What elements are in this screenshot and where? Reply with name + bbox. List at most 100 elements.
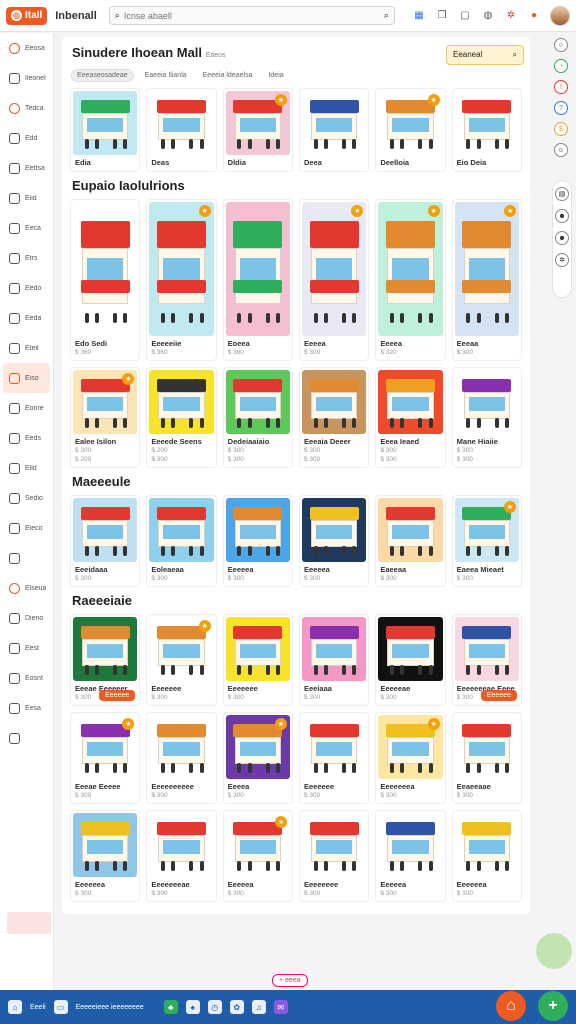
filter-chip[interactable]: Eeeeia ldeaelsa (198, 69, 258, 82)
product-card[interactable]: Eeeidaaa $ 300 (70, 495, 141, 587)
product-card[interactable]: Dedeiaaiaio $ 300 $ 300 (222, 367, 293, 468)
product-card[interactable]: Eeeeeee $ 300 (299, 712, 370, 804)
sidebar-item[interactable]: Ileonel (0, 63, 53, 93)
bookmark-icon[interactable]: ❐ (435, 9, 449, 23)
product-card[interactable]: ★ Eeeae Eeeee $ 300 (70, 712, 141, 804)
product-card[interactable]: Eeeeeea $ 300 (70, 810, 141, 902)
sidebar-item[interactable]: Edd (0, 123, 53, 153)
grid-icon[interactable]: ▦ (412, 9, 426, 23)
gift-icon[interactable]: ✿ (229, 1000, 244, 1014)
product-card[interactable]: Edia (70, 88, 141, 172)
sidebar-item[interactable]: Eteil (0, 333, 53, 363)
product-card[interactable]: ★ Deelloia (375, 88, 446, 172)
product-card[interactable]: Eeeede Seens $ 200 $ 300 (146, 367, 217, 468)
product-card[interactable]: Eio Deia (451, 88, 522, 172)
sidebar-item[interactable] (0, 723, 53, 753)
sidebar-item[interactable]: Eiid (0, 183, 53, 213)
settings-icon[interactable]: ✲ (504, 9, 518, 23)
filter-chip[interactable]: Ideia (263, 69, 288, 82)
add-fab[interactable]: + (538, 991, 568, 1021)
product-card[interactable]: Deea (299, 88, 370, 172)
product-card[interactable]: Eoeea $ 360 (222, 199, 293, 361)
product-card[interactable]: Eeeaia Deeer $ 300 $ 300 (299, 367, 370, 468)
product-card[interactable]: Eeeeeeeeee $ 300 (146, 712, 217, 804)
buy-button[interactable]: Eeeeee (99, 690, 136, 701)
product-card[interactable]: Eeeeeee $ 300 (222, 614, 293, 706)
chat-bubble-icon[interactable]: ✉ (273, 1000, 288, 1014)
product-card[interactable]: ★ Eeeeeeea $ 300 (375, 712, 446, 804)
product-card[interactable]: Eeeeea $ 300 (299, 495, 370, 587)
chart-icon[interactable]: ◔ (554, 59, 568, 73)
sidebar-item[interactable]: Eedo (0, 273, 53, 303)
bell-icon[interactable]: ♫ (251, 1000, 266, 1014)
floating-action-button[interactable] (536, 933, 572, 969)
product-card[interactable]: Mane Hiaiie $ 300 $ 300 (451, 367, 522, 468)
sidebar-item[interactable]: Elseua (0, 573, 53, 603)
user-group-icon[interactable]: ☺ (554, 143, 568, 157)
product-card[interactable]: Eeaeeaae $ 300 (451, 712, 522, 804)
printer-icon[interactable]: ▤ (555, 187, 569, 201)
contact-avatar-icon[interactable]: ☻ (555, 231, 569, 245)
help-icon[interactable]: ? (554, 101, 568, 115)
product-card[interactable]: ★ Eeeeeee $ 300 (146, 614, 217, 706)
clock-icon[interactable]: ◷ (207, 1000, 222, 1014)
contact-avatar-icon[interactable]: ☻ (555, 209, 569, 223)
sidebar-item[interactable]: Tedca (0, 93, 53, 123)
sidebar-item[interactable]: Eoore (0, 393, 53, 423)
app-logo[interactable]: ◎ Itall (6, 6, 48, 25)
sidebar-item[interactable]: Eettsa (0, 153, 53, 183)
settings-icon[interactable]: ✲ (555, 253, 569, 267)
calendar-icon[interactable]: ▢ (458, 9, 472, 23)
home-icon[interactable]: ⌂ (8, 1000, 22, 1014)
product-card[interactable]: Deas (146, 88, 217, 172)
orange-fab[interactable]: ⌂ (496, 991, 526, 1021)
sidebar-footer-button[interactable] (7, 912, 51, 934)
product-card[interactable]: ★ Eeeaa $ 300 (451, 199, 522, 361)
product-card[interactable]: Eeeeeeeae Eeee $ 300 Eeeeee (451, 614, 522, 706)
sidebar-item[interactable]: Eosnt (0, 663, 53, 693)
product-card[interactable]: ★ Eeeea $ 300 (222, 712, 293, 804)
product-card[interactable]: Eeeeeea $ 300 (451, 810, 522, 902)
product-card[interactable]: ★ Dldia (222, 88, 293, 172)
product-card[interactable]: Eoleaeaa $ 300 (146, 495, 217, 587)
product-card[interactable]: ★ Eeeea $ 320 (375, 199, 446, 361)
header-search-button[interactable]: Eeaneal ⌕ (446, 44, 524, 65)
sidebar-item[interactable]: Elld (0, 453, 53, 483)
add-pill[interactable]: + eeea (272, 974, 308, 987)
product-card[interactable]: Eeea Ieaed $ 300 $ 300 (375, 367, 446, 468)
sidebar-item[interactable]: Eest (0, 633, 53, 663)
notification-icon[interactable]: ● (527, 9, 541, 23)
sidebar-item[interactable]: Eeds (0, 423, 53, 453)
buy-button[interactable]: Eeeeee (480, 690, 517, 701)
product-card[interactable]: Edo Sedi $ 360 (70, 199, 141, 361)
chat-icon[interactable]: ▭ (53, 1000, 68, 1014)
product-card[interactable]: Eeeiaaa $ 300 (299, 614, 370, 706)
coin-icon[interactable]: $ (554, 122, 568, 136)
sidebar-item[interactable]: Eieco (0, 513, 53, 543)
sidebar-item[interactable]: Eesa (0, 693, 53, 723)
sidebar-item[interactable]: Eeda (0, 303, 53, 333)
sidebar-item[interactable]: Eeosa (0, 33, 53, 63)
avatar[interactable] (550, 5, 570, 26)
filter-chip[interactable]: Eeeaseosadeae (71, 69, 134, 82)
product-card[interactable]: Eeeeeeeae $ 300 (146, 810, 217, 902)
product-card[interactable]: ★ Eeeeeiie $ 360 (146, 199, 217, 361)
product-card[interactable]: ★ Eeeeea $ 300 (222, 810, 293, 902)
sidebar-item[interactable]: Eeca (0, 213, 53, 243)
product-card[interactable]: Eaeeaa $ 300 (375, 495, 446, 587)
product-card[interactable]: Eeeeeae $ 300 (375, 614, 446, 706)
product-card[interactable]: Eeeeea $ 300 (375, 810, 446, 902)
sidebar-item[interactable]: Etrs (0, 243, 53, 273)
sidebar-item[interactable] (0, 543, 53, 573)
chat-icon[interactable]: ○ (554, 38, 568, 52)
sidebar-item[interactable]: Eiso (3, 363, 50, 393)
product-card[interactable]: Eeeeeeee $ 300 (299, 810, 370, 902)
product-card[interactable]: ★ Eeeea $ 300 (299, 199, 370, 361)
product-card[interactable]: Eeeae Eeeeeer $ 300 Eeeeee (70, 614, 141, 706)
search-input[interactable] (123, 10, 380, 21)
sidebar-item[interactable]: Sedio (0, 483, 53, 513)
search-submit-icon[interactable]: ⌕ (384, 10, 389, 21)
filter-chip[interactable]: Eaeeia Ilianla (140, 69, 192, 82)
alert-icon[interactable]: ! (554, 80, 568, 94)
globe-icon[interactable]: ◍ (481, 9, 495, 23)
